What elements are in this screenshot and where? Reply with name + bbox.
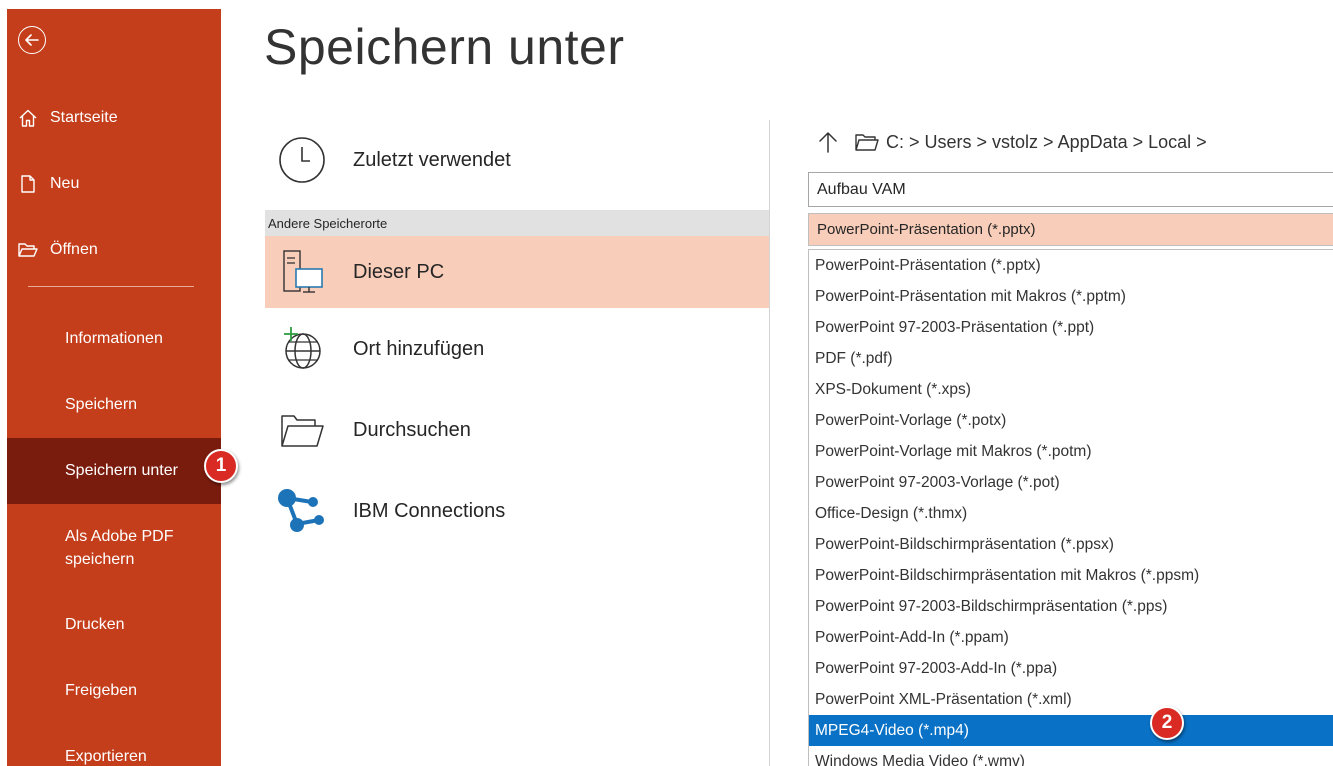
filetype-option[interactable]: PowerPoint-Vorlage (*.potx) <box>809 405 1333 436</box>
sidebar-item-speichern[interactable]: Speichern <box>7 372 221 438</box>
home-icon <box>17 107 39 129</box>
save-locations-list: Zuletzt verwendet Andere Speicherorte Di… <box>265 120 770 552</box>
filetype-option[interactable]: PowerPoint-Präsentation mit Makros (*.pp… <box>809 281 1333 312</box>
sidebar-item-label: Öffnen <box>50 241 98 258</box>
back-arrow-icon <box>25 34 39 46</box>
filetype-option[interactable]: PowerPoint-Bildschirmpräsentation mit Ma… <box>809 560 1333 591</box>
folder-outline-icon <box>854 132 880 152</box>
path-bar: C: > Users > vstolz > AppData > Local > <box>816 130 1207 154</box>
sidebar-item-freigeben[interactable]: Freigeben <box>7 658 221 724</box>
folder-icon <box>267 410 337 450</box>
filetype-option-highlighted[interactable]: MPEG4-Video (*.mp4) <box>809 715 1333 746</box>
sidebar-item-label: Neu <box>50 175 80 192</box>
backstage-sidebar: Startseite Neu Öffnen Informationen Spei… <box>7 9 221 766</box>
sidebar-item-oeffnen[interactable]: Öffnen <box>7 217 221 283</box>
open-folder-icon <box>17 239 39 261</box>
place-durchsuchen[interactable]: Durchsuchen <box>265 390 770 470</box>
sidebar-top-nav: Startseite Neu Öffnen <box>7 85 221 283</box>
sidebar-divider <box>28 286 194 287</box>
sidebar-item-drucken[interactable]: Drucken <box>7 592 221 658</box>
filetype-option[interactable]: PowerPoint 97-2003-Bildschirmpräsentatio… <box>809 591 1333 622</box>
up-folder-button[interactable] <box>816 130 840 154</box>
filetype-option[interactable]: XPS-Dokument (*.xps) <box>809 374 1333 405</box>
filetype-option[interactable]: PowerPoint XML-Präsentation (*.xml) <box>809 684 1333 715</box>
filetype-options-list: PowerPoint-Präsentation (*.pptx) PowerPo… <box>808 249 1333 766</box>
place-ibm-connections[interactable]: IBM Connections <box>265 470 770 552</box>
up-arrow-icon <box>819 132 837 153</box>
filetype-option[interactable]: PowerPoint-Vorlage mit Makros (*.potm) <box>809 436 1333 467</box>
sidebar-item-label: Startseite <box>50 109 118 126</box>
sidebar-item-adobe-pdf[interactable]: Als Adobe PDF speichern <box>7 504 221 592</box>
filetype-option[interactable]: PDF (*.pdf) <box>809 343 1333 374</box>
place-ort-hinzufuegen[interactable]: Ort hinzufügen <box>265 308 770 390</box>
sidebar-item-exportieren[interactable]: Exportieren <box>7 724 221 766</box>
place-label: Zuletzt verwendet <box>353 148 511 171</box>
filetype-option[interactable]: PowerPoint 97-2003-Add-In (*.ppa) <box>809 653 1333 684</box>
place-zuletzt-verwendet[interactable]: Zuletzt verwendet <box>265 120 770 200</box>
place-label: Durchsuchen <box>353 418 471 441</box>
new-document-icon <box>17 173 39 195</box>
filetype-option[interactable]: PowerPoint 97-2003-Vorlage (*.pot) <box>809 467 1333 498</box>
section-header-andere-speicherorte: Andere Speicherorte <box>265 210 770 236</box>
place-label: Dieser PC <box>353 260 445 283</box>
ibm-connections-icon <box>267 486 337 536</box>
page-title: Speichern unter <box>264 19 625 75</box>
filename-input[interactable]: Aufbau VAM <box>808 172 1333 207</box>
sidebar-bottom-nav: Informationen Speichern Speichern unter … <box>7 306 221 766</box>
breadcrumb-path[interactable]: C: > Users > vstolz > AppData > Local > <box>886 132 1207 153</box>
filetype-option[interactable]: PowerPoint-Präsentation (*.pptx) <box>809 250 1333 281</box>
filetype-dropdown[interactable]: PowerPoint-Präsentation (*.pptx) <box>808 213 1333 246</box>
place-label: Ort hinzufügen <box>353 337 485 360</box>
step-badge-2: 2 <box>1150 706 1184 740</box>
add-place-globe-icon <box>267 324 337 374</box>
place-label: IBM Connections <box>353 499 506 522</box>
filetype-option[interactable]: PowerPoint 97-2003-Präsentation (*.ppt) <box>809 312 1333 343</box>
filetype-option[interactable]: Office-Design (*.thmx) <box>809 498 1333 529</box>
step-badge-1: 1 <box>204 449 238 483</box>
computer-icon <box>267 249 337 295</box>
filetype-option[interactable]: Windows Media Video (*.wmv) <box>809 746 1333 766</box>
sidebar-item-startseite[interactable]: Startseite <box>7 85 221 151</box>
sidebar-item-neu[interactable]: Neu <box>7 151 221 217</box>
sidebar-item-speichern-unter[interactable]: Speichern unter <box>7 438 221 504</box>
back-button[interactable] <box>18 26 46 54</box>
pane-divider <box>769 120 770 766</box>
filetype-option[interactable]: PowerPoint-Bildschirmpräsentation (*.pps… <box>809 529 1333 560</box>
filetype-option[interactable]: PowerPoint-Add-In (*.ppam) <box>809 622 1333 653</box>
place-dieser-pc[interactable]: Dieser PC <box>265 236 770 308</box>
sidebar-item-informationen[interactable]: Informationen <box>7 306 221 372</box>
clock-icon <box>267 135 337 185</box>
